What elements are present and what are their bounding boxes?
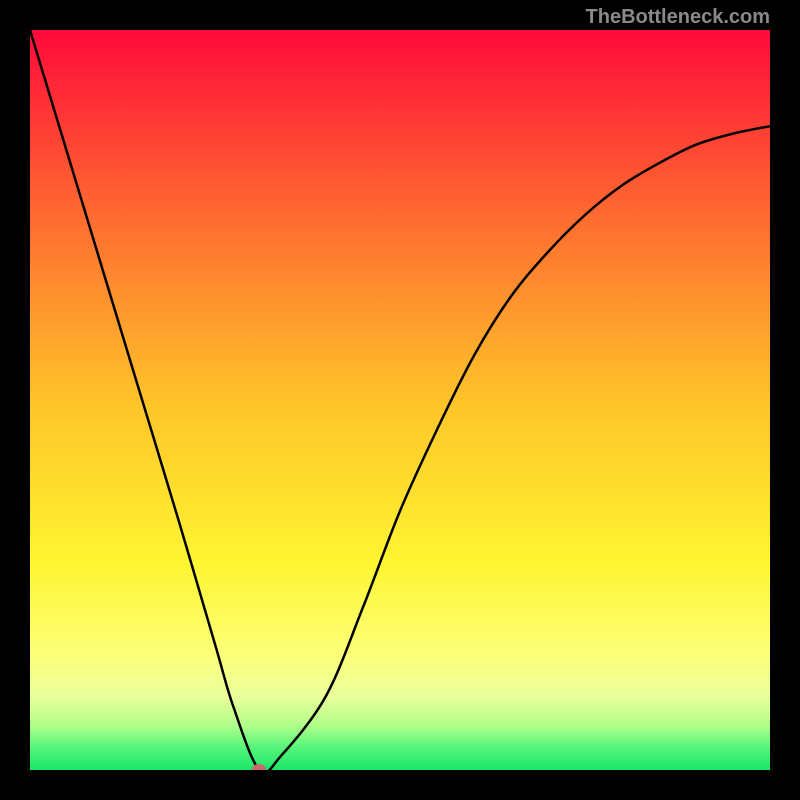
optimum-marker-icon: [252, 764, 266, 770]
chart-frame: TheBottleneck.com: [0, 0, 800, 800]
watermark-text: TheBottleneck.com: [586, 6, 770, 29]
bottleneck-curve: [30, 30, 770, 770]
plot-area: [30, 30, 770, 770]
